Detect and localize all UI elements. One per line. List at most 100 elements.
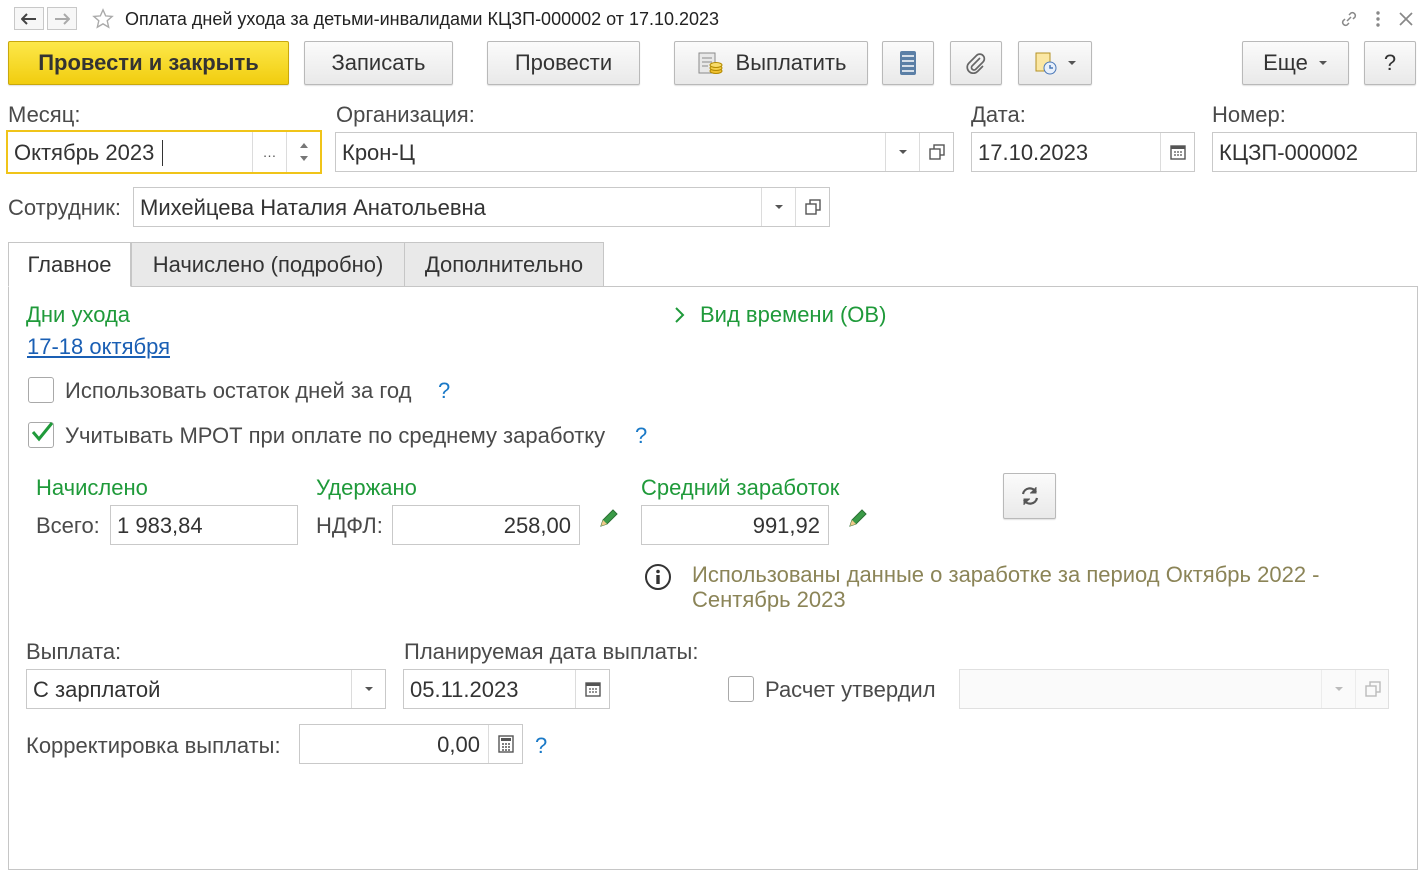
tab-main[interactable]: Главное	[8, 242, 131, 287]
list-button[interactable]	[882, 41, 934, 85]
care-days-title: Дни ухода	[26, 302, 131, 327]
organization-field[interactable]: Крон-Ц	[335, 132, 954, 172]
link-icon[interactable]	[1340, 10, 1358, 28]
more-vertical-icon[interactable]	[1370, 10, 1386, 28]
month-select-button[interactable]: …	[252, 132, 286, 172]
edit-pencil-icon[interactable]	[846, 506, 870, 530]
spin-up-icon[interactable]	[299, 143, 308, 148]
mrot-checkbox[interactable]	[28, 422, 54, 448]
date-label: Дата:	[971, 102, 1026, 127]
mrot-label: Учитывать МРОТ при оплате по среднему за…	[65, 423, 606, 448]
close-icon[interactable]	[1398, 11, 1414, 27]
calculator-button[interactable]	[488, 725, 522, 763]
post-and-close-button[interactable]: Провести и закрыть	[8, 41, 289, 85]
date-field[interactable]: 17.10.2023	[971, 132, 1195, 172]
employee-label: Сотрудник:	[8, 195, 121, 220]
tab-accrued-detailed[interactable]: Начислено (подробно)	[131, 242, 405, 287]
payment-dropdown-button[interactable]	[351, 670, 385, 708]
planned-date-calendar-button[interactable]	[575, 670, 609, 708]
approved-checkbox[interactable]	[728, 676, 754, 702]
employee-dropdown-button[interactable]	[761, 188, 795, 226]
approved-by-dropdown-button[interactable]	[1321, 670, 1355, 708]
arrow-right-icon	[55, 12, 70, 25]
total-label: Всего:	[36, 513, 100, 538]
star-icon[interactable]	[92, 8, 114, 30]
organization-label: Организация:	[336, 102, 475, 127]
tab-additional[interactable]: Дополнительно	[404, 242, 604, 287]
list-icon	[900, 51, 916, 75]
ndfl-field[interactable]: 258,00	[392, 505, 580, 545]
use-remaining-checkbox[interactable]	[28, 377, 54, 403]
document-create-icon	[1035, 52, 1057, 75]
edit-pencil-icon[interactable]	[597, 506, 621, 530]
care-days-link[interactable]: 17-18 октября	[27, 334, 170, 360]
correction-label: Корректировка выплаты:	[26, 733, 281, 758]
organization-value: Крон-Ц	[342, 140, 416, 165]
payment-value: С зарплатой	[33, 677, 161, 702]
refresh-icon	[1021, 487, 1038, 505]
withheld-title: Удержано	[316, 475, 417, 500]
spin-down-icon[interactable]	[299, 156, 308, 161]
payment-icon	[698, 52, 723, 74]
create-based-on-button[interactable]	[1018, 41, 1092, 85]
total-field[interactable]: 1 983,84	[110, 505, 298, 545]
month-field[interactable]: Октябрь 2023 …	[6, 130, 322, 174]
date-calendar-button[interactable]	[1160, 133, 1194, 171]
chevron-down-icon	[364, 687, 373, 691]
correction-help[interactable]: ?	[535, 733, 547, 759]
employee-value: Михейцева Наталия Анатольевна	[140, 195, 486, 220]
pay-button-label: Выплатить	[735, 50, 847, 75]
organization-dropdown-button[interactable]	[885, 133, 919, 171]
chevron-down-icon	[1318, 61, 1327, 65]
organization-open-button[interactable]	[919, 133, 953, 171]
use-remaining-help[interactable]: ?	[438, 378, 450, 404]
ndfl-label: НДФЛ:	[316, 513, 383, 538]
save-button[interactable]: Записать	[304, 41, 453, 85]
month-spinner[interactable]	[286, 132, 320, 172]
window-title: Оплата дней ухода за детьми-инвалидами К…	[125, 9, 720, 29]
total-value: 1 983,84	[117, 513, 203, 538]
employee-open-button[interactable]	[795, 188, 829, 226]
attach-button[interactable]	[950, 41, 1002, 85]
planned-date-label: Планируемая дата выплаты:	[404, 639, 699, 664]
forward-button[interactable]	[47, 7, 77, 30]
calendar-icon	[1169, 145, 1186, 160]
chevron-down-icon	[898, 150, 907, 154]
chevron-down-icon	[1068, 61, 1076, 65]
arrow-left-icon	[21, 12, 36, 25]
post-button[interactable]: Провести	[487, 41, 640, 85]
info-icon	[645, 564, 671, 590]
planned-date-field[interactable]: 05.11.2023	[403, 669, 610, 709]
recalculate-button[interactable]	[1003, 473, 1056, 519]
help-button[interactable]: ?	[1364, 41, 1416, 85]
time-kind-toggle[interactable]: Вид времени (ОВ)	[674, 302, 886, 328]
month-label: Месяц:	[8, 102, 81, 127]
pay-button[interactable]: Выплатить	[674, 41, 868, 85]
correction-field[interactable]: 0,00	[299, 724, 523, 764]
time-kind-label: Вид времени (ОВ)	[700, 302, 887, 327]
average-earnings-title: Средний заработок	[641, 475, 840, 500]
approved-by-open-button[interactable]	[1355, 670, 1389, 708]
more-button[interactable]: Еще	[1242, 41, 1349, 85]
month-value: Октябрь 2023	[14, 140, 155, 165]
approved-label: Расчет утвердил	[765, 677, 936, 702]
use-remaining-label: Использовать остаток дней за год	[65, 378, 412, 403]
payment-field[interactable]: С зарплатой	[26, 669, 386, 709]
title-bar: Оплата дней ухода за детьми-инвалидами К…	[0, 0, 1422, 38]
chevron-down-icon	[1334, 687, 1343, 691]
open-form-icon	[928, 144, 945, 160]
ndfl-value: 258,00	[503, 513, 571, 538]
planned-date-value: 05.11.2023	[410, 677, 519, 702]
approved-by-field[interactable]	[959, 669, 1389, 709]
checkmark-icon	[31, 422, 54, 442]
employee-field[interactable]: Михейцева Наталия Анатольевна	[133, 187, 830, 227]
number-field[interactable]: КЦЗП-000002	[1212, 132, 1417, 172]
accrued-title: Начислено	[36, 475, 148, 500]
chevron-right-icon	[675, 307, 685, 323]
open-form-icon	[804, 199, 821, 215]
average-earnings-field[interactable]: 991,92	[641, 505, 829, 545]
mrot-help[interactable]: ?	[635, 423, 647, 449]
back-button[interactable]	[14, 7, 44, 30]
average-earnings-value: 991,92	[752, 513, 820, 538]
number-label: Номер:	[1212, 102, 1286, 127]
